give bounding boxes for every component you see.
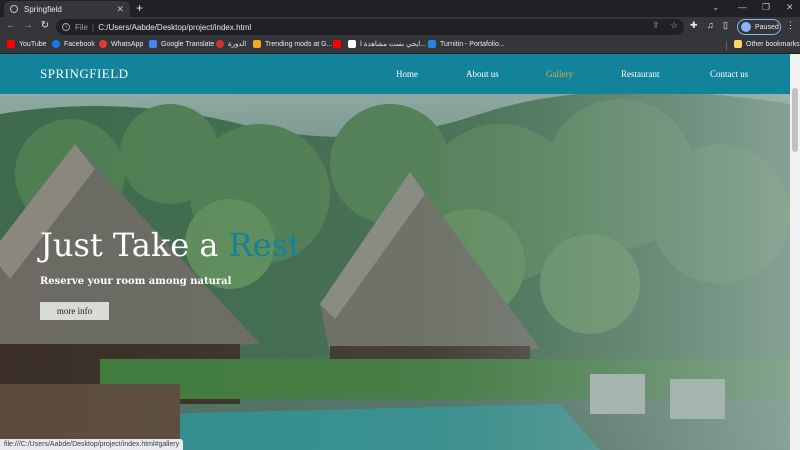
profile-button[interactable]: Paused [737, 19, 781, 35]
tab-search-icon[interactable]: ⌄ [712, 2, 720, 13]
browser-toolbar: ← → ↻ i File | C:/Users/Aabde/Desktop/pr… [0, 17, 800, 37]
address-bar[interactable]: i File | C:/Users/Aabde/Desktop/project/… [56, 19, 684, 35]
media-icon[interactable]: ♫ [707, 20, 714, 30]
bookmark-facebook[interactable]: Facebook [52, 40, 95, 48]
side-panel-icon[interactable]: ▯ [723, 20, 728, 31]
whatsapp-icon [99, 40, 107, 48]
facebook-icon [52, 40, 60, 48]
turnitin-icon [428, 40, 436, 48]
avatar [741, 22, 751, 32]
nav-restaurant[interactable]: Restaurant [621, 69, 660, 79]
address-url: C:/Users/Aabde/Desktop/project/index.htm… [98, 22, 252, 32]
nav-contact-us[interactable]: Contact us [710, 69, 748, 79]
bookmark-whatsapp[interactable]: WhatsApp [99, 40, 143, 48]
mods-icon [253, 40, 261, 48]
status-bar-url: file:///C:/Users/Aabde/Desktop/project/i… [0, 439, 184, 450]
minimize-button[interactable]: — [738, 2, 747, 12]
profile-label: Paused [755, 23, 779, 31]
nav-about-us[interactable]: About us [466, 69, 499, 79]
restore-button[interactable]: ❐ [762, 2, 770, 13]
folder-icon [734, 40, 742, 48]
scroll-thumb[interactable] [792, 88, 798, 152]
nav-home[interactable]: Home [396, 69, 418, 79]
page-scrollbar[interactable] [790, 54, 800, 450]
page-viewport: SPRINGFIELD Home About us Gallery Restau… [0, 54, 790, 450]
bookmark-divider [726, 41, 727, 51]
bookmarks-bar: YouTube Facebook WhatsApp Google Transla… [0, 37, 800, 54]
address-scheme: File [75, 22, 88, 32]
extensions-icon[interactable]: ✚ [690, 20, 698, 31]
bookmark-youtube-2[interactable] [333, 40, 345, 48]
bookmark-star-icon[interactable]: ☆ [670, 20, 678, 31]
browser-tab[interactable]: Springfield ✕ [4, 1, 130, 17]
hero-title: Just Take a Rest [40, 226, 301, 264]
more-info-button[interactable]: more info [40, 302, 109, 320]
page-icon [348, 40, 356, 48]
back-icon[interactable]: ← [4, 20, 18, 31]
hero-title-accent: Rest [228, 226, 301, 264]
reload-icon[interactable]: ↻ [38, 20, 52, 31]
bookmark-google-translate[interactable]: Google Translate [149, 40, 214, 48]
bookmark-course[interactable]: الدورة [216, 40, 246, 48]
forward-icon[interactable]: → [21, 20, 35, 31]
tab-strip: Springfield ✕ + ⌄ — ❐ ✕ [0, 0, 800, 17]
brand-logo[interactable]: SPRINGFIELD [40, 66, 129, 82]
share-icon[interactable]: ⇪ [652, 20, 660, 31]
youtube-icon [333, 40, 341, 48]
bookmark-trending-mods[interactable]: Trending mods at G... [253, 40, 332, 48]
other-bookmarks[interactable]: Other bookmarks [734, 40, 800, 48]
gear-icon [216, 40, 224, 48]
bookmark-youtube[interactable]: YouTube [7, 40, 47, 48]
youtube-icon [7, 40, 15, 48]
site-navbar: SPRINGFIELD Home About us Gallery Restau… [0, 54, 790, 94]
bookmark-egybest[interactable]: ايجي بست مشاهدة ا... [348, 40, 426, 48]
new-tab-button[interactable]: + [136, 2, 143, 14]
info-icon[interactable]: i [62, 23, 70, 31]
tab-title: Springfield [24, 4, 62, 14]
close-icon[interactable]: ✕ [116, 4, 124, 15]
close-window-button[interactable]: ✕ [786, 2, 794, 13]
hero-title-main: Just Take a [40, 226, 229, 264]
hero-subtitle: Reserve your room among natural [40, 276, 232, 287]
menu-icon[interactable]: ⋮ [786, 20, 795, 31]
hero-section: SPRINGFIELD Home About us Gallery Restau… [0, 54, 790, 450]
globe-icon [10, 5, 18, 13]
translate-icon [149, 40, 157, 48]
address-separator: | [91, 22, 95, 32]
bookmark-turnitin[interactable]: Turnitin - Portafolio... [428, 40, 505, 48]
nav-gallery[interactable]: Gallery [546, 69, 573, 79]
